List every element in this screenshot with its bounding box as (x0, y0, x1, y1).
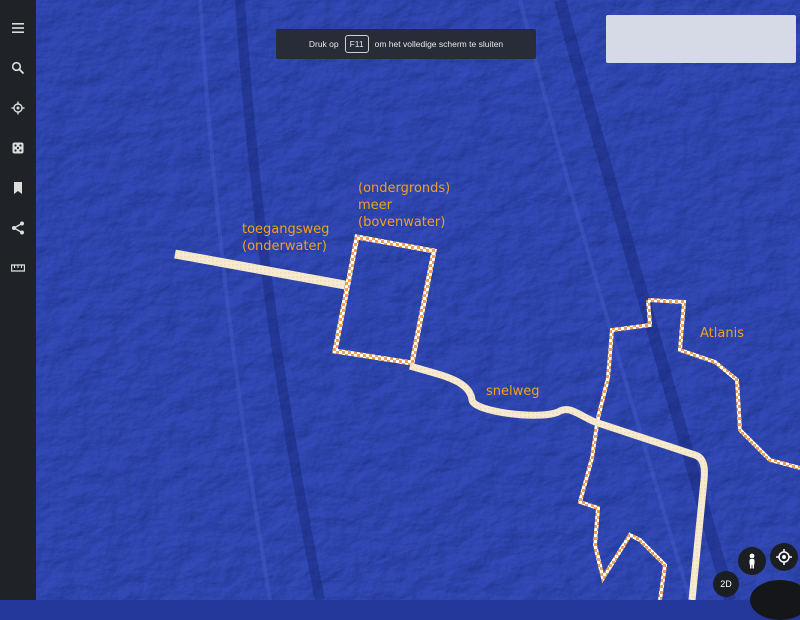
location-target-icon (776, 549, 792, 565)
highway-label: snelweg (486, 384, 540, 399)
search-button[interactable] (0, 48, 36, 88)
info-panel (606, 15, 796, 63)
my-location-button[interactable] (770, 543, 798, 571)
pegman-icon (749, 553, 755, 569)
bookmark-icon (14, 182, 22, 194)
sidebar (0, 0, 36, 600)
menu-button[interactable] (0, 8, 36, 48)
compass[interactable] (750, 580, 800, 620)
f11-key: F11 (344, 35, 369, 53)
projects-button[interactable] (0, 168, 36, 208)
feeling-lucky-icon (12, 142, 24, 154)
fullscreen-notice: Druk op F11 om het volledige scherm te s… (276, 29, 536, 59)
access-road-label: toegangsweg (onderwater) (242, 222, 330, 254)
map-canvas[interactable] (0, 0, 800, 600)
fullscreen-notice-suffix: om het volledige scherm te sluiten (374, 39, 504, 49)
street-view-button[interactable] (738, 547, 766, 575)
fullscreen-notice-prefix: Druk op (308, 39, 339, 49)
voyager-button[interactable] (0, 88, 36, 128)
search-icon (11, 61, 25, 75)
share-button[interactable] (0, 208, 36, 248)
voyager-icon (11, 101, 25, 115)
view-mode-toggle[interactable]: 2D (713, 571, 739, 597)
share-icon (12, 221, 24, 235)
feeling-lucky-button[interactable] (0, 128, 36, 168)
lake-label: (ondergronds) meer (bovenwater) (358, 181, 451, 230)
atlantis-label: Atlanis (700, 326, 744, 341)
menu-icon (12, 23, 24, 33)
measure-icon (11, 264, 25, 272)
measure-button[interactable] (0, 248, 36, 288)
